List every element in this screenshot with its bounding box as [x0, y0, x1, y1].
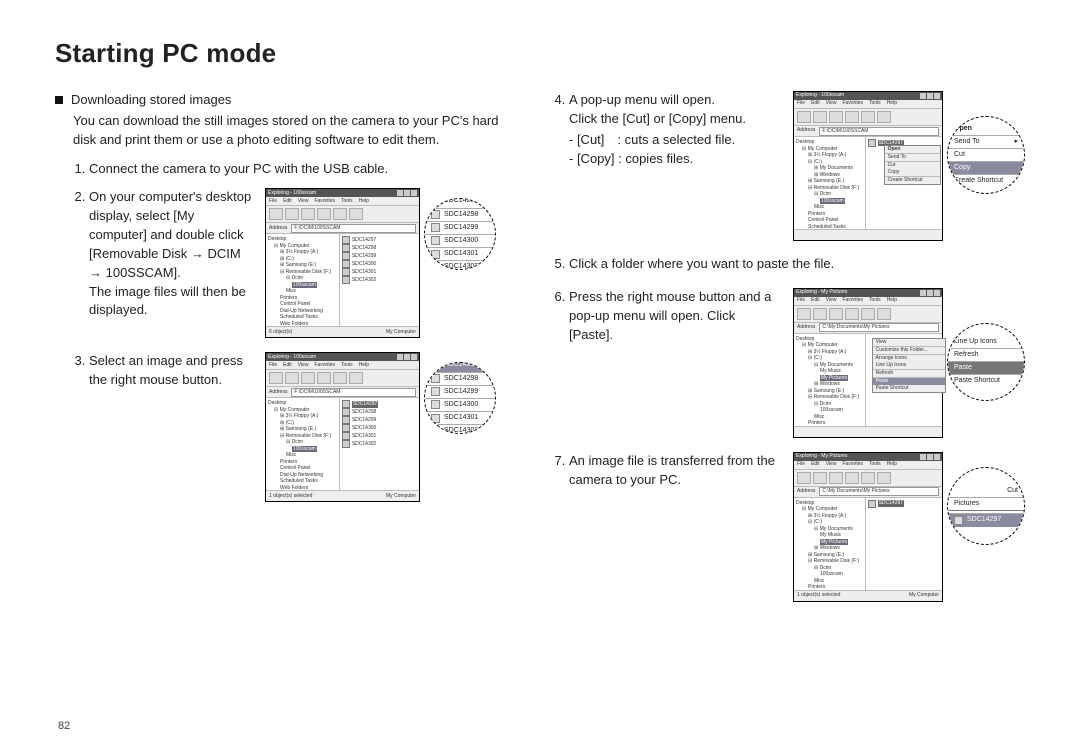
callout-paste: Line Up Icons Refresh Paste Paste Shortc…	[947, 323, 1025, 401]
explorer-window-step7: Exploring - My Pictures FileEditViewFavo…	[793, 452, 943, 602]
step-4: A pop-up menu will open. Click the [Cut]…	[569, 91, 777, 168]
explorer-window-step4: Exploring - 100sscam FileEditViewFavorit…	[793, 91, 943, 241]
left-column: Downloading stored images You can downlo…	[55, 91, 519, 616]
callout-cutcopy: Open Send To▸ Cut Copy Create Shortcut	[947, 116, 1025, 194]
step-6: Press the right mouse button and a pop-u…	[569, 288, 777, 345]
section-title: Downloading stored images	[71, 91, 231, 110]
bullet-square-icon	[55, 96, 63, 104]
page-number: 82	[58, 720, 70, 732]
explorer-window-step3: Exploring - 100sscam FileEditViewFavorit…	[265, 352, 420, 502]
step-7: An image file is transferred from the ca…	[569, 452, 777, 490]
intro-text: You can download the still images stored…	[73, 112, 519, 150]
page-title: Starting PC mode	[55, 38, 1025, 69]
step-3: Select an image and press the right mous…	[89, 352, 255, 390]
step-5: Click a folder where you want to paste t…	[569, 255, 1025, 274]
callout-filelist: SDC14297 SDC14298 SDC14299 SDC14300 SDC1…	[424, 198, 496, 270]
right-column: A pop-up menu will open. Click the [Cut]…	[547, 91, 1025, 616]
step-2: On your computer's desktop display, sele…	[89, 188, 255, 320]
explorer-window-step6: Exploring - My Pictures FileEditViewFavo…	[793, 288, 943, 438]
step-1: Connect the camera to your PC with the U…	[89, 160, 519, 179]
callout-selected: SDC14297 SDC14298 SDC14299 SDC14300 SDC1…	[424, 362, 496, 434]
callout-transfer: Cut Pictures SDC14297	[947, 467, 1025, 545]
explorer-window-step2: Exploring - 100sscam FileEditViewFavorit…	[265, 188, 420, 338]
